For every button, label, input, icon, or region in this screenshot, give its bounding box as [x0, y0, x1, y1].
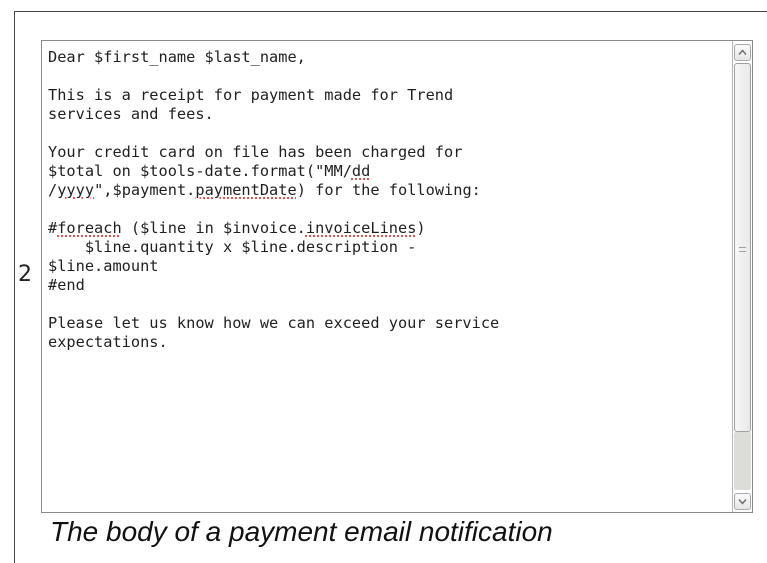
email-body-line: Dear $first_name $last_name,: [48, 48, 499, 67]
text-segment: Dear $first_name $last_name,: [48, 48, 306, 66]
thumb-grip-line: [739, 250, 746, 252]
spellcheck-flagged-word: invoiceLines: [305, 219, 417, 237]
email-body-line: $total on $tools-date.format("MM/dd: [48, 162, 499, 181]
scrollbar-track[interactable]: [734, 63, 751, 490]
email-body-line: expectations.: [48, 333, 499, 352]
spellcheck-flagged-word: paymentDate: [195, 181, 297, 199]
scroll-down-button[interactable]: [734, 493, 751, 510]
spellcheck-flagged-word: foreach: [57, 219, 122, 237]
email-body-line: [48, 295, 499, 314]
text-segment: ) for the following:: [296, 181, 481, 199]
text-segment: expectations.: [48, 333, 168, 351]
text-segment: Your credit card on file has been charge…: [48, 143, 463, 161]
spellcheck-flagged-word: yyyy: [57, 181, 95, 199]
email-body-line: [48, 200, 499, 219]
email-body-line: $line.quantity x $line.description -: [48, 238, 499, 257]
email-body-line: Your credit card on file has been charge…: [48, 143, 499, 162]
row-number: 2: [18, 262, 32, 287]
email-body-line: $line.amount: [48, 257, 499, 276]
text-segment: ",$payment.: [94, 181, 196, 199]
email-body-line: #end: [48, 276, 499, 295]
frame-border-left: [14, 11, 15, 563]
scroll-up-button[interactable]: [734, 44, 751, 61]
text-segment: ($line in $invoice.: [121, 219, 306, 237]
text-segment: $line.quantity x $line.description -: [48, 238, 417, 256]
thumb-grip-line: [739, 246, 746, 248]
spellcheck-flagged-word: dd: [351, 162, 371, 180]
email-body-line: [48, 67, 499, 86]
figure-caption: The body of a payment email notification: [50, 516, 553, 547]
email-body-line: [48, 124, 499, 143]
text-segment: #: [48, 219, 58, 237]
email-body-line: Please let us know how we can exceed you…: [48, 314, 499, 333]
text-segment: Please let us know how we can exceed you…: [48, 314, 500, 332]
text-segment: ): [416, 219, 426, 237]
text-segment: services and fees.: [48, 105, 214, 123]
text-segment: $line.amount: [48, 257, 159, 275]
chevron-down-icon: [738, 499, 747, 505]
email-body-line: #foreach ($line in $invoice.invoiceLines…: [48, 219, 499, 238]
text-segment: /: [48, 181, 58, 199]
chevron-up-icon: [738, 49, 747, 55]
scrollbar-track-fill: [734, 432, 751, 490]
email-body-line: services and fees.: [48, 105, 499, 124]
frame-border-top: [14, 11, 767, 12]
text-segment: This is a receipt for payment made for T…: [48, 86, 454, 104]
email-body-textarea[interactable]: Dear $first_name $last_name, This is a re…: [41, 40, 753, 513]
email-body-line: /yyyy",$payment.paymentDate) for the fol…: [48, 181, 499, 200]
text-segment: $total on $tools-date.format("MM/: [48, 162, 352, 180]
email-body-text[interactable]: Dear $first_name $last_name, This is a re…: [48, 48, 499, 352]
text-segment: #end: [48, 276, 85, 294]
scrollbar-thumb[interactable]: [734, 63, 751, 432]
email-body-line: This is a receipt for payment made for T…: [48, 86, 499, 105]
vertical-scrollbar[interactable]: [732, 41, 752, 512]
